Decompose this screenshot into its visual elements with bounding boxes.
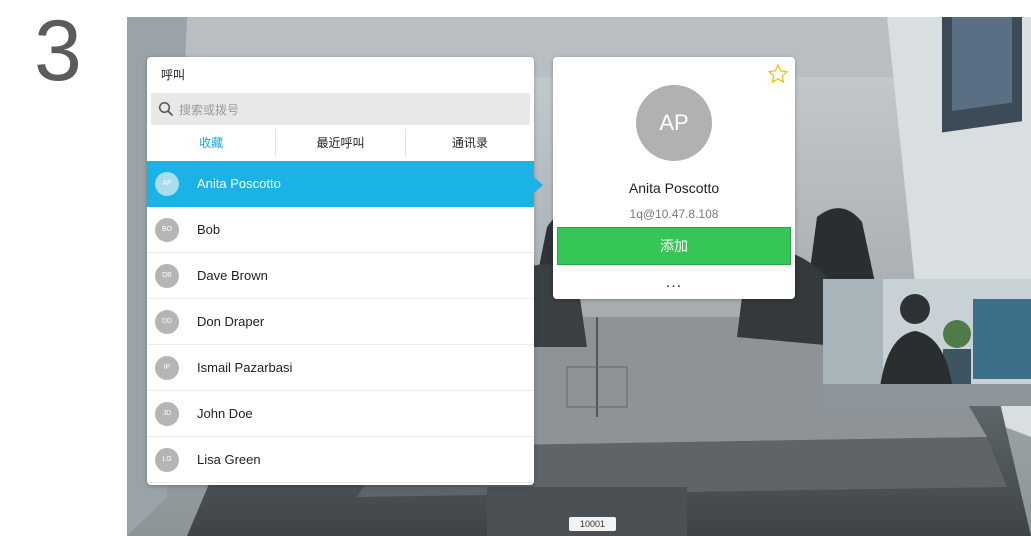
video-screen: 呼叫 搜索或拨号 收藏 最近呼叫 通讯录 AP Anita Poscotto B… — [127, 17, 1031, 536]
contact-name: Anita Poscotto — [197, 176, 281, 191]
contact-name: John Doe — [197, 406, 253, 421]
self-view-video — [823, 279, 1031, 406]
contact-row[interactable]: DB Dave Brown — [147, 253, 534, 299]
avatar: BO — [155, 218, 179, 242]
contact-detail-address: 1q@10.47.8.108 — [629, 207, 719, 221]
contact-list: AP Anita Poscotto BO Bob DB Dave Brown D… — [147, 161, 534, 483]
contact-row[interactable]: IP Ismail Pazarbasi — [147, 345, 534, 391]
avatar: DB — [155, 264, 179, 288]
search-input[interactable]: 搜索或拨号 — [151, 93, 530, 125]
contact-name: Dave Brown — [197, 268, 268, 283]
avatar: JD — [155, 402, 179, 426]
contact-row[interactable]: LG Lisa Green — [147, 437, 534, 483]
add-button[interactable]: 添加 — [557, 227, 791, 265]
contact-name: Lisa Green — [197, 452, 261, 467]
more-options-button[interactable]: ... — [553, 273, 795, 293]
avatar: AP — [155, 172, 179, 196]
tab-recent-calls[interactable]: 最近呼叫 — [276, 129, 406, 157]
contact-row[interactable]: AP Anita Poscotto — [147, 161, 534, 207]
self-view-image — [823, 279, 1031, 406]
contact-detail-card: AP Anita Poscotto 1q@10.47.8.108 添加 ... — [553, 57, 795, 299]
tab-favorites[interactable]: 收藏 — [147, 129, 277, 157]
selection-pointer — [534, 177, 543, 193]
contact-name: Ismail Pazarbasi — [197, 360, 293, 375]
search-placeholder: 搜索或拨号 — [179, 103, 240, 117]
panel-title: 呼叫 — [161, 68, 186, 82]
search-icon — [158, 101, 174, 117]
contact-detail-name: Anita Poscotto — [628, 180, 720, 196]
avatar: LG — [155, 448, 179, 472]
call-panel: 呼叫 搜索或拨号 收藏 最近呼叫 通讯录 AP Anita Poscotto B… — [147, 57, 534, 485]
avatar: IP — [155, 356, 179, 380]
contact-name: Bob — [197, 222, 221, 237]
call-number-tag: 10001 — [569, 517, 616, 531]
contact-row[interactable]: DD Don Draper — [147, 299, 534, 345]
tab-bar: 收藏 最近呼叫 通讯录 — [147, 129, 534, 157]
contact-avatar: AP — [636, 85, 712, 161]
star-outline-icon[interactable] — [767, 63, 789, 85]
contact-row[interactable]: JD John Doe — [147, 391, 534, 437]
tab-directory[interactable]: 通讯录 — [406, 129, 534, 157]
contact-row[interactable]: BO Bob — [147, 207, 534, 253]
step-number: 3 — [34, 3, 82, 99]
avatar: DD — [155, 310, 179, 334]
contact-name: Don Draper — [197, 314, 265, 329]
